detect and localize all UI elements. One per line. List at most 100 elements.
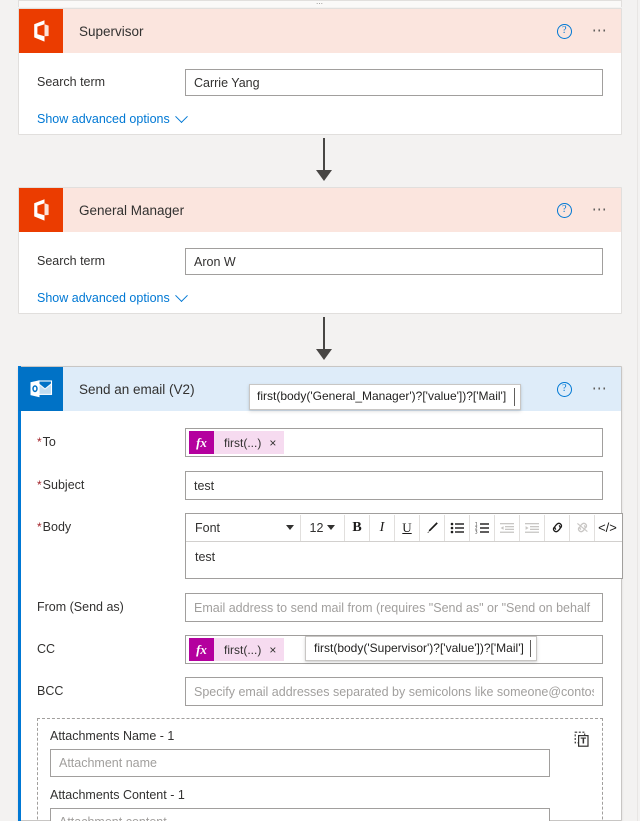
svg-text:3: 3: [475, 529, 478, 533]
search-term-input[interactable]: [185, 69, 603, 96]
field-label-text: Body: [42, 520, 72, 534]
fx-icon: fx: [189, 431, 214, 454]
attachments-content-input[interactable]: [50, 808, 550, 821]
ellipsis-icon[interactable]: ⋯: [592, 23, 609, 38]
font-size-dropdown[interactable]: 12: [301, 514, 345, 541]
show-advanced-options-label: Show advanced options: [37, 291, 170, 305]
expression-token-to[interactable]: fx first(...) ×: [189, 431, 285, 454]
field-label-bcc: BCC: [37, 684, 64, 698]
card-body: Search term Show advanced options: [19, 53, 621, 142]
help-circle-icon[interactable]: ?: [556, 381, 572, 397]
ellipsis-icon: ⋯: [316, 1, 324, 8]
subject-input[interactable]: [185, 471, 603, 500]
action-card-send-an-email[interactable]: Send an email (V2) ? ⋯ first(body('Gener…: [18, 366, 623, 821]
delete-item-icon[interactable]: T: [573, 731, 591, 749]
to-input[interactable]: fx first(...) ×: [185, 428, 603, 457]
cc-input[interactable]: fx first(...) × first(body('Supervisor')…: [185, 635, 603, 664]
field-label-to: *To: [37, 428, 185, 450]
field-row-from: From (Send as): [19, 593, 621, 622]
field-row-bcc: BCC: [19, 677, 621, 706]
show-advanced-options-link[interactable]: Show advanced options: [19, 275, 188, 321]
outlook-icon: [19, 367, 63, 411]
italic-button[interactable]: I: [370, 514, 395, 541]
connector-arrow-1: [314, 138, 334, 184]
numbered-list-icon[interactable]: 123: [470, 514, 495, 541]
svg-text:T: T: [581, 736, 587, 745]
field-label-body: *Body: [37, 513, 185, 535]
flow-designer-canvas: ⋯ Supervisor ? ⋯ Search term Carrie Yang…: [0, 0, 640, 821]
required-asterisk: *: [37, 478, 42, 492]
connector-arrow-2: [314, 317, 334, 363]
field-label-text: To: [42, 435, 56, 449]
card-body: *To fx first(...) × *Subject test *Body …: [19, 411, 623, 821]
card-title: General Manager: [79, 202, 185, 218]
chevron-down-icon: [174, 288, 188, 302]
pen-highlight-icon[interactable]: [420, 514, 445, 541]
action-card-supervisor[interactable]: Supervisor ? ⋯ Search term Show advanced…: [18, 8, 622, 135]
font-size-value: 12: [309, 520, 324, 535]
code-view-button[interactable]: </>: [595, 515, 620, 541]
field-row-search-term: Search term: [19, 53, 621, 96]
field-label: Search term: [37, 75, 106, 89]
from-input[interactable]: [185, 593, 603, 622]
required-asterisk: *: [37, 520, 42, 534]
card-header-actions: ? ⋯: [556, 188, 609, 232]
attachments-group-1: T Attachments Name - 1 Attachments Conte…: [37, 718, 603, 821]
indent-icon[interactable]: [520, 514, 545, 541]
show-advanced-options-link[interactable]: Show advanced options: [19, 96, 188, 142]
required-asterisk: *: [37, 435, 42, 449]
field-row-subject: *Subject: [19, 471, 621, 500]
field-label-cc: CC: [37, 642, 56, 656]
bulleted-list-icon[interactable]: [445, 514, 470, 541]
previous-card-sliver: ⋯: [18, 0, 622, 8]
help-circle-icon[interactable]: ?: [556, 202, 572, 218]
field-row-to: *To fx first(...) ×: [19, 428, 621, 457]
font-family-dropdown[interactable]: Font: [188, 514, 301, 541]
field-label: Search term: [37, 254, 106, 268]
chevron-down-icon: [327, 525, 336, 530]
expression-tooltip-to: first(body('General_Manager')?['value'])…: [249, 384, 522, 410]
card-title: Supervisor: [79, 23, 144, 39]
ellipsis-icon[interactable]: ⋯: [592, 202, 609, 217]
attachments-content-label: Attachments Content - 1: [50, 788, 185, 802]
close-icon[interactable]: ×: [269, 643, 276, 657]
bcc-input[interactable]: [185, 677, 603, 706]
office365-users-icon: [19, 188, 63, 232]
field-row-body: *Body Font 12 B I U 1 2 3 </> test: [19, 513, 623, 579]
underline-button[interactable]: U: [395, 514, 420, 541]
card-header[interactable]: General Manager ? ⋯: [19, 188, 621, 232]
field-label-text: Subject: [42, 478, 85, 492]
fx-icon: fx: [189, 638, 214, 661]
search-term-input[interactable]: [185, 248, 603, 275]
rich-text-toolbar: Font 12 B I U 1 2 3 </>: [186, 514, 622, 542]
office365-users-icon: [19, 9, 63, 53]
token-label-text: first(...): [224, 642, 262, 657]
help-circle-icon[interactable]: ?: [556, 23, 572, 39]
card-header[interactable]: Supervisor ? ⋯: [19, 9, 621, 53]
card-title: Send an email (V2): [79, 381, 195, 397]
outdent-icon[interactable]: [495, 514, 520, 541]
action-card-general-manager[interactable]: General Manager ? ⋯ Search term Show adv…: [18, 187, 622, 314]
field-row-search-term: Search term: [19, 232, 621, 275]
font-family-value: Font: [195, 520, 221, 535]
card-body: Search term Show advanced options: [19, 232, 621, 321]
link-icon[interactable]: [545, 514, 570, 541]
card-header-actions: ? ⋯: [556, 9, 609, 53]
ellipsis-icon[interactable]: ⋯: [592, 381, 609, 396]
field-label-subject: *Subject: [37, 471, 185, 493]
close-icon[interactable]: ×: [269, 436, 276, 450]
body-text-area[interactable]: test: [186, 542, 622, 578]
attachments-name-label: Attachments Name - 1: [50, 729, 175, 743]
chevron-down-icon: [174, 109, 188, 123]
token-label-text: first(...): [224, 435, 262, 450]
expression-token-cc[interactable]: fx first(...) ×: [189, 638, 285, 661]
show-advanced-options-label: Show advanced options: [37, 112, 170, 126]
unlink-icon[interactable]: [570, 514, 595, 541]
attachments-name-input[interactable]: [50, 749, 550, 777]
chevron-down-icon: [286, 525, 294, 530]
body-rich-text-editor[interactable]: Font 12 B I U 1 2 3 </> test: [185, 513, 623, 579]
field-label-from: From (Send as): [37, 600, 124, 614]
bold-button[interactable]: B: [345, 514, 370, 541]
expression-tooltip-cc: first(body('Supervisor')?['value'])?['Ma…: [305, 636, 537, 661]
card-header-actions: ? ⋯: [556, 367, 609, 411]
